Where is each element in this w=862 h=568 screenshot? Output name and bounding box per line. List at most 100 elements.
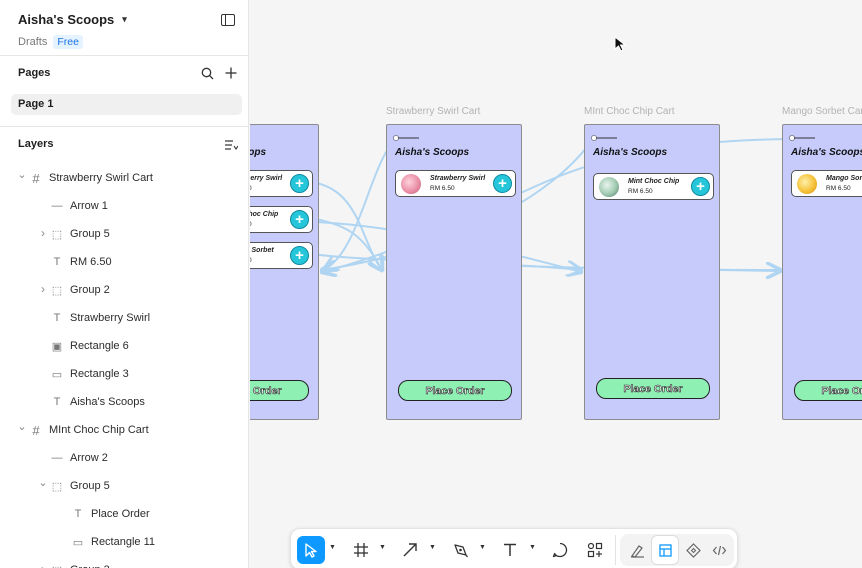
product-card[interactable]: Mango SorbetRM 6.50+ [250, 242, 313, 269]
back-arrow-icon[interactable] [789, 135, 815, 141]
layer-item[interactable]: — Arrow 1 [0, 192, 248, 220]
layer-label: Rectangle 11 [91, 536, 156, 548]
design-mode-button[interactable] [652, 536, 678, 564]
layer-item[interactable]: ⌄ # MInt Choc Chip Cart [0, 416, 248, 444]
cursor-icon [305, 543, 317, 558]
back-arrow-icon[interactable] [591, 135, 617, 141]
add-to-cart-button[interactable]: + [290, 174, 309, 193]
file-name-menu[interactable]: Aisha's Scoops ▾ [18, 12, 127, 27]
move-tool-button[interactable] [297, 536, 325, 564]
text-icon: T [74, 508, 82, 520]
canvas[interactable]: Aisha's ScoopsStrawberry SwirlRM 6.50+Mi… [250, 0, 862, 568]
chevron-right-icon[interactable]: › [38, 226, 48, 240]
layer-item[interactable]: › ⬚ Group 2 [0, 276, 248, 304]
cart-frame[interactable]: Aisha's Scoops Strawberry Swirl RM 6.50 + Pl… [386, 124, 522, 420]
chevron-right-icon[interactable]: › [38, 282, 48, 296]
code-icon [712, 545, 726, 555]
chevron-down-icon[interactable]: ▼ [329, 544, 336, 551]
chevron-down-icon[interactable]: ⌄ [38, 476, 48, 489]
text-tool-button[interactable] [498, 536, 522, 564]
chevron-down-icon: ▾ [122, 14, 127, 24]
chevron-down-icon[interactable]: ⌄ [17, 420, 27, 433]
components-icon [587, 542, 603, 558]
group-icon: ⬚ [51, 228, 63, 241]
layer-item[interactable]: T Aisha's Scoops [0, 388, 248, 416]
product-price: RM 6.50 [250, 185, 252, 192]
layer-item[interactable]: ⌄ ⬚ Group 5 [0, 472, 248, 500]
layer-label: RM 6.50 [70, 256, 112, 268]
brand-title: Aisha's Scoops [395, 147, 470, 158]
layer-label: Group 2 [70, 284, 110, 296]
frame-tool-button[interactable] [349, 536, 373, 564]
pen-icon [454, 544, 468, 558]
layer-item[interactable]: — Arrow 2 [0, 444, 248, 472]
actions-tool-button[interactable] [583, 536, 607, 564]
prototype-connectors [311, 138, 791, 568]
arrow-icon [403, 543, 417, 557]
layer-item[interactable]: T RM 6.50 [0, 248, 248, 276]
product-card[interactable]: Strawberry Swirl RM 6.50 + [395, 170, 516, 197]
place-order-button[interactable]: Place Order [596, 378, 710, 399]
add-to-cart-button[interactable]: + [290, 210, 309, 229]
arrow-tool-button[interactable] [398, 536, 422, 564]
pen-tool-button[interactable] [448, 536, 472, 564]
layer-item[interactable]: › ⬚ Group 5 [0, 220, 248, 248]
layer-item[interactable]: T Place Order [0, 500, 248, 528]
divider [0, 126, 248, 127]
add-page-icon[interactable] [223, 65, 239, 81]
text-icon [504, 543, 516, 556]
place-order-button[interactable]: Place Order [794, 380, 862, 401]
frame-label[interactable]: Strawberry Swirl Cart [386, 106, 480, 117]
product-name: Mango Sorbet [250, 247, 274, 254]
frame-icon: # [32, 422, 40, 438]
cart-frame[interactable]: Aisha's ScoopsStrawberry SwirlRM 6.50+Mi… [250, 124, 319, 420]
prototype-mode-button[interactable] [680, 536, 706, 564]
toggle-sidebar-icon[interactable] [221, 14, 235, 26]
comment-tool-button[interactable] [548, 536, 572, 564]
add-to-cart-button[interactable]: + [290, 246, 309, 265]
layer-label: MInt Choc Chip Cart [49, 424, 149, 436]
page-item[interactable]: Page 1 [11, 94, 242, 115]
layer-label: Rectangle 6 [70, 340, 129, 352]
mode-switcher [620, 534, 734, 566]
layer-item[interactable]: T Strawberry Swirl [0, 304, 248, 332]
layer-item[interactable]: ▭ Rectangle 11 [0, 528, 248, 556]
product-price: RM 6.50 [430, 185, 455, 192]
frame-label[interactable]: Mango Sorbet Cart [782, 106, 862, 117]
text-icon: T [53, 312, 61, 324]
draw-mode-icon [630, 544, 644, 558]
frame-label[interactable]: MInt Choc Chip Cart [584, 106, 675, 117]
file-name: Aisha's Scoops [18, 12, 115, 27]
product-card[interactable]: Mint Choc Chip RM 6.50 + [593, 173, 714, 200]
plan-badge[interactable]: Free [53, 35, 83, 49]
dev-mode-button[interactable] [706, 536, 732, 564]
toolbar-divider [615, 535, 616, 565]
add-to-cart-button[interactable]: + [691, 177, 710, 196]
chevron-down-icon[interactable]: ⌄ [17, 168, 27, 181]
draw-mode-button[interactable] [624, 536, 650, 564]
place-order-button[interactable]: Place Order [398, 380, 512, 401]
layers-sort-icon[interactable] [223, 137, 239, 153]
product-name: Strawberry Swirl [250, 175, 283, 182]
chevron-down-icon[interactable]: ▼ [379, 544, 386, 551]
layer-item[interactable]: ▭ Rectangle 3 [0, 360, 248, 388]
layer-item[interactable]: ▣ Rectangle 6 [0, 332, 248, 360]
chevron-down-icon[interactable]: ▼ [479, 544, 486, 551]
search-icon[interactable] [199, 65, 215, 81]
back-arrow-icon[interactable] [393, 135, 419, 141]
mouse-cursor-icon [614, 36, 627, 52]
comment-icon [552, 542, 568, 558]
product-card[interactable]: Mango SorbetRM 6.50+ [791, 170, 862, 197]
layer-item[interactable]: ⌄ # Strawberry Swirl Cart [0, 164, 248, 192]
file-location[interactable]: Drafts [18, 36, 47, 48]
product-card[interactable]: Mint Choc Chip RM 6.50 + [250, 206, 313, 233]
chevron-right-icon[interactable]: › [38, 562, 48, 568]
place-order-button[interactable]: Place Order [250, 380, 309, 401]
chevron-down-icon[interactable]: ▼ [429, 544, 436, 551]
layer-item[interactable]: ›⬚ Group 3 [0, 556, 248, 568]
cart-frame[interactable]: Aisha's ScoopsMango SorbetRM 6.50+Place … [782, 124, 862, 420]
chevron-down-icon[interactable]: ▼ [529, 544, 536, 551]
cart-frame[interactable]: Aisha's Scoops Mint Choc Chip RM 6.50 + Plac… [584, 124, 720, 420]
product-card[interactable]: Strawberry Swirl RM 6.50 + [250, 170, 313, 197]
add-to-cart-button[interactable]: + [493, 174, 512, 193]
